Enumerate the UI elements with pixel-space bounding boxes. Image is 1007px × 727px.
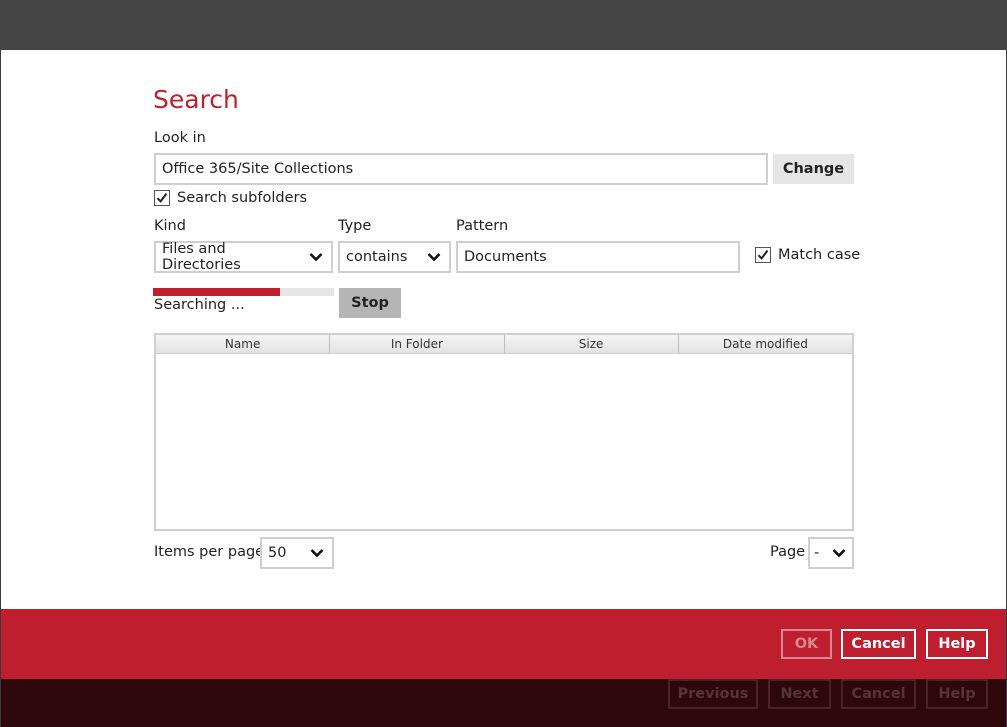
page-select[interactable]: - [808,537,854,569]
chevron-down-icon [830,544,848,562]
page-label: Page [770,544,806,560]
wizard-help-button[interactable]: Help [926,679,988,709]
type-select[interactable]: contains [338,241,451,273]
search-status: Searching ... [154,297,245,313]
column-header-in-folder[interactable]: In Folder [330,335,505,353]
kind-select[interactable]: Files and Directories [154,241,333,273]
previous-button[interactable]: Previous [668,679,758,709]
check-icon [757,249,769,260]
next-button[interactable]: Next [768,679,831,709]
items-per-page-label: Items per page [154,544,265,560]
match-case-checkbox[interactable] [755,247,771,263]
kind-label: Kind [154,218,186,234]
cancel-button[interactable]: Cancel [841,629,916,659]
look-in-label: Look in [154,130,206,146]
column-header-size[interactable]: Size [505,335,679,353]
type-value: contains [346,249,408,265]
pattern-value: Documents [464,249,547,265]
search-progress-fill [153,288,280,296]
chevron-down-icon [307,248,325,266]
look-in-value: Office 365/Site Collections [162,161,354,177]
page-value: - [814,545,820,561]
kind-value: Files and Directories [162,241,241,273]
column-header-date-modified[interactable]: Date modified [679,335,852,353]
search-subfolders-label: Search subfolders [177,190,308,206]
ok-button[interactable]: OK [781,629,832,659]
search-subfolders-checkbox[interactable] [154,190,170,206]
match-case-label: Match case [778,247,861,263]
chevron-down-icon [425,248,443,266]
search-progress-bar [153,288,334,296]
search-subfolders-row: Search subfolders [154,190,307,206]
items-per-page-value: 50 [268,545,287,561]
change-button[interactable]: Change [773,154,854,184]
check-icon [156,192,168,203]
type-label: Type [338,218,372,234]
help-button[interactable]: Help [926,629,988,659]
results-table-header: Name In Folder Size Date modified [156,335,852,354]
dialog-title: Search [153,85,239,114]
results-table-body [156,354,852,530]
match-case-row: Match case [755,247,860,263]
top-bar [0,0,1007,50]
pattern-input[interactable]: Documents [456,241,740,273]
stop-button[interactable]: Stop [339,288,401,318]
pattern-label: Pattern [456,218,509,234]
chevron-down-icon [308,544,326,562]
wizard-cancel-button[interactable]: Cancel [841,679,916,709]
look-in-input[interactable]: Office 365/Site Collections [154,153,768,185]
results-table: Name In Folder Size Date modified [154,333,854,531]
items-per-page-select[interactable]: 50 [260,537,334,569]
column-header-name[interactable]: Name [156,335,331,353]
